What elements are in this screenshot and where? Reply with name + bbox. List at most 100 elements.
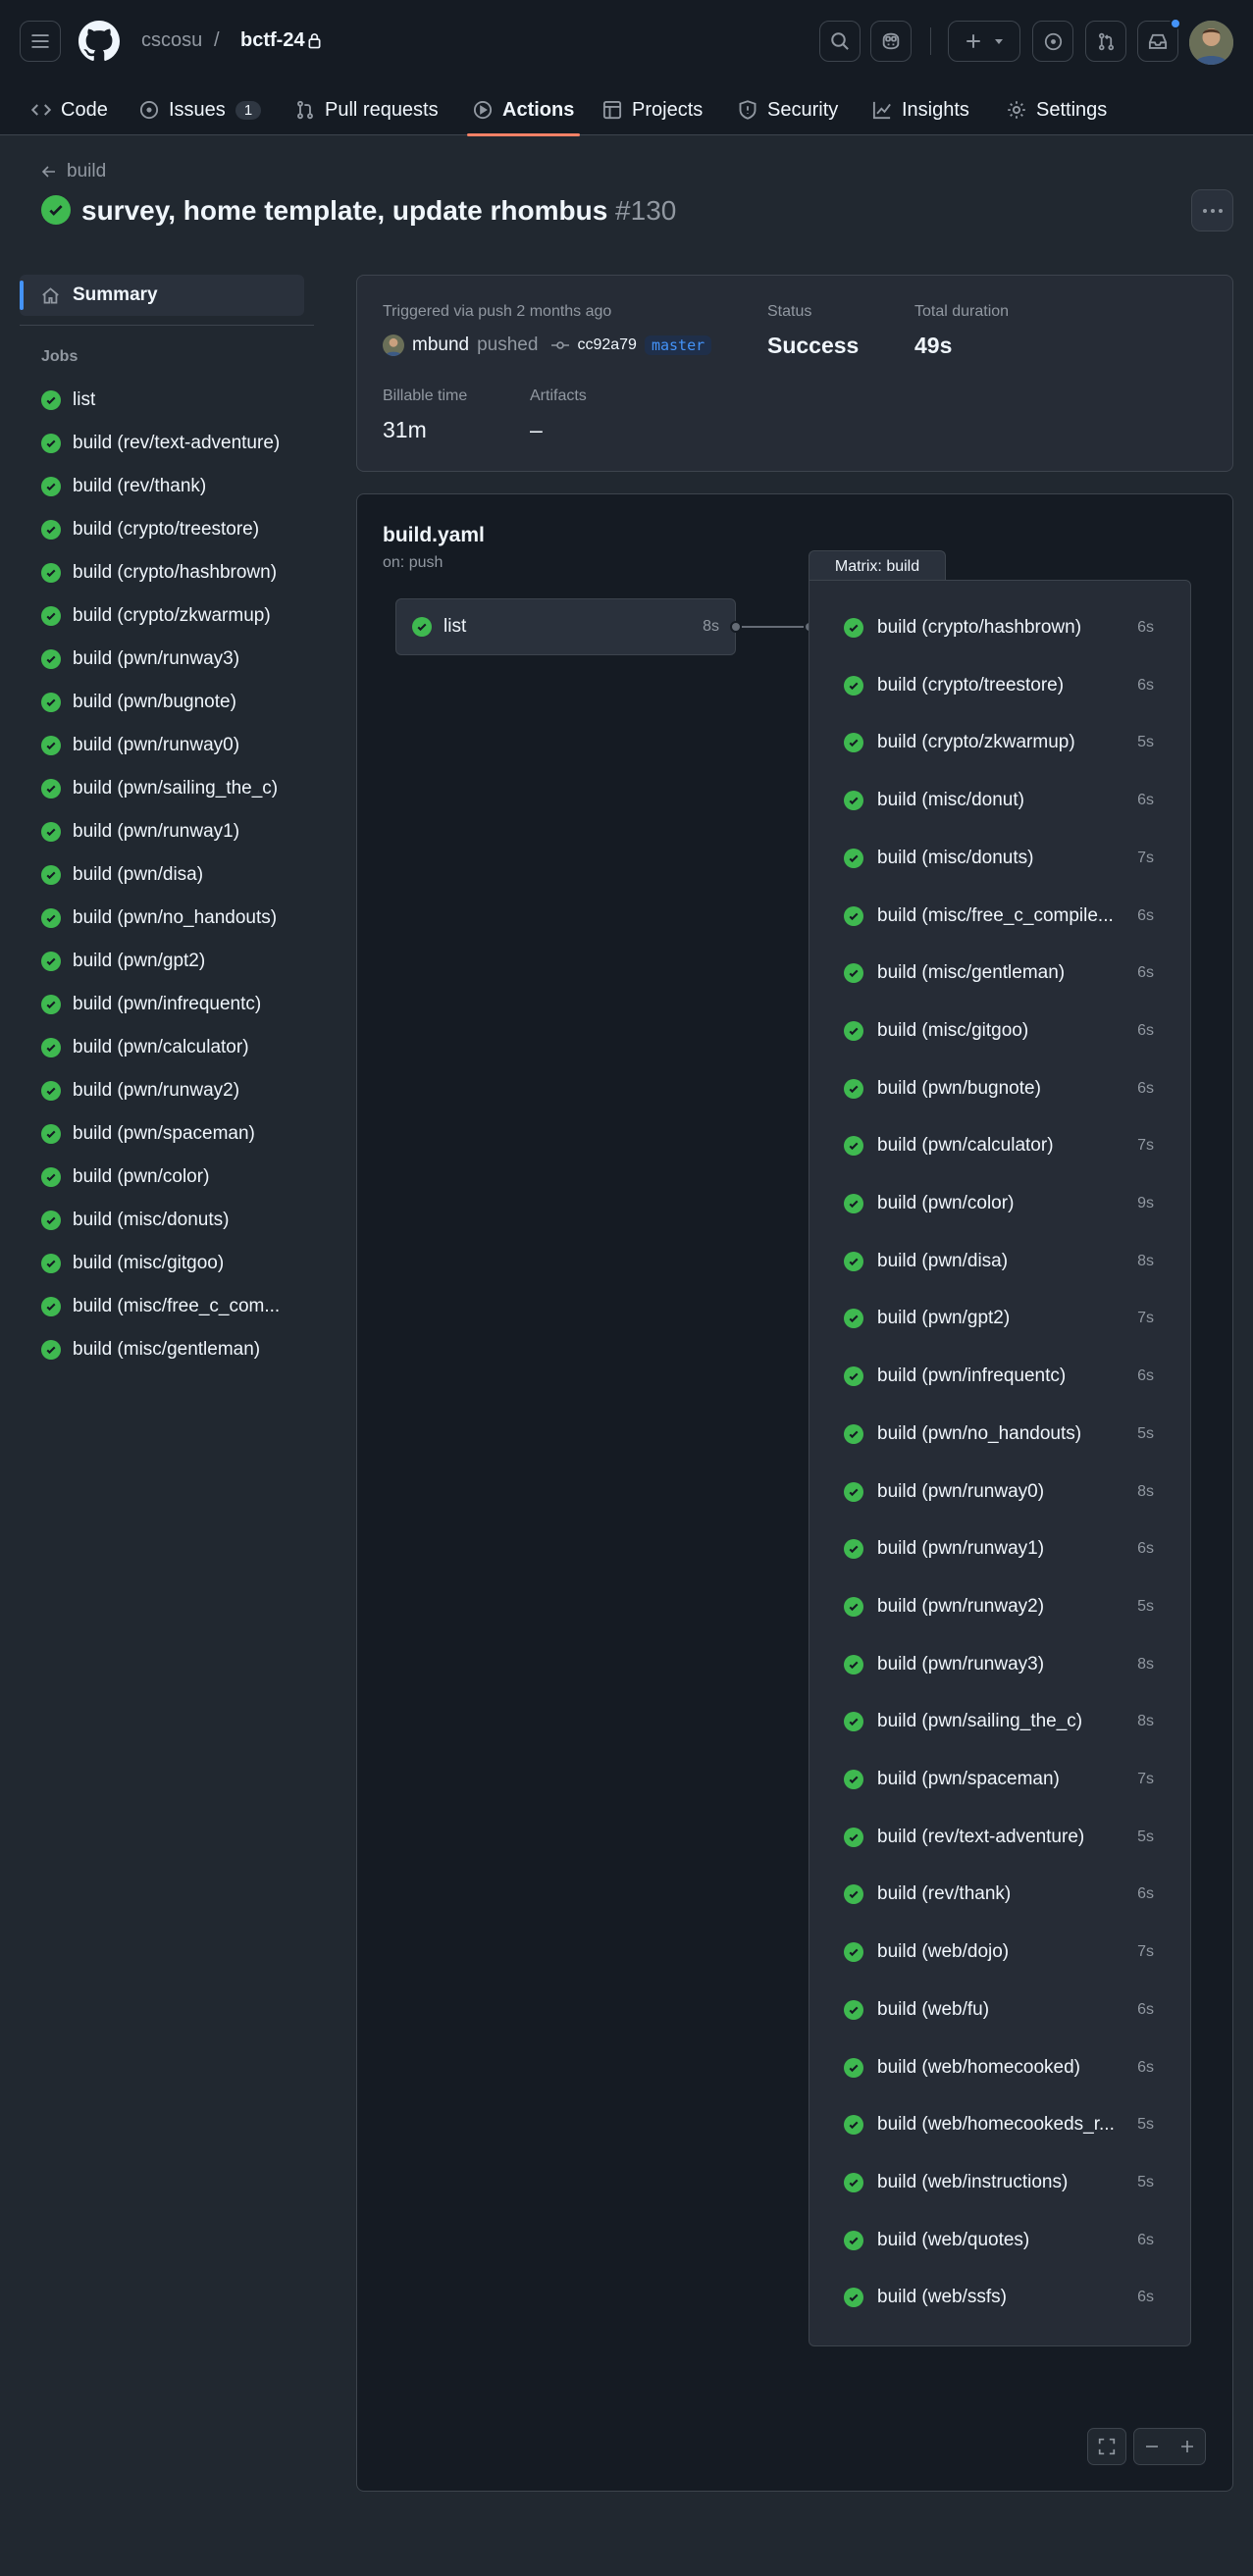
sidebar-job-label: build (crypto/hashbrown) (73, 562, 278, 583)
matrix-job-item[interactable]: build (rev/thank) 6s (844, 1866, 1158, 1923)
tab-actions[interactable]: Actions (466, 84, 581, 136)
matrix-job-item[interactable]: build (pwn/runway0) 8s (844, 1464, 1158, 1520)
repo-link[interactable]: bctf-24 (240, 29, 305, 52)
matrix-job-item[interactable]: build (misc/gentleman) 6s (844, 945, 1158, 1002)
tab-projects[interactable]: Projects (602, 84, 703, 135)
sidebar-job-item[interactable]: build (misc/gitgoo) (41, 1253, 224, 1274)
branch-badge[interactable]: master (644, 335, 712, 355)
matrix-job-item[interactable]: build (web/fu) 6s (844, 1982, 1158, 2038)
check-circle-icon (41, 736, 61, 755)
check-circle-icon (844, 1078, 863, 1099)
tab-settings[interactable]: Settings (1007, 84, 1107, 135)
git-commit-icon (551, 341, 570, 349)
matrix-job-item[interactable]: build (crypto/zkwarmup) 5s (844, 714, 1158, 771)
workflow-trigger: on: push (383, 554, 444, 571)
inbox-icon (1148, 33, 1168, 49)
matrix-job-item[interactable]: build (crypto/treestore) 6s (844, 657, 1158, 714)
tab-insights[interactable]: Insights (872, 84, 969, 135)
matrix-job-item[interactable]: build (pwn/calculator) 7s (844, 1117, 1158, 1174)
sidebar-job-item[interactable]: build (pwn/runway2) (41, 1080, 239, 1102)
matrix-job-item[interactable]: build (web/ssfs) 6s (844, 2269, 1158, 2326)
sidebar-job-item[interactable]: build (crypto/zkwarmup) (41, 605, 271, 627)
sidebar-job-item[interactable]: build (crypto/hashbrown) (41, 562, 277, 584)
zoom-controls (1133, 2428, 1206, 2465)
matrix-job-item[interactable]: build (misc/free_c_compile... 6s (844, 888, 1158, 945)
create-new-button[interactable] (948, 21, 1020, 62)
matrix-job-item[interactable]: build (misc/donuts) 7s (844, 830, 1158, 887)
matrix-job-item[interactable]: build (pwn/infrequentc) 6s (844, 1348, 1158, 1405)
git-pull-request-icon (297, 100, 313, 120)
matrix-job-item[interactable]: build (web/quotes) 6s (844, 2212, 1158, 2269)
run-more-options-button[interactable] (1191, 189, 1233, 232)
zoom-out-button[interactable] (1134, 2429, 1170, 2464)
matrix-job-item[interactable]: build (pwn/bugnote) 6s (844, 1060, 1158, 1117)
matrix-job-item[interactable]: build (pwn/color) 9s (844, 1175, 1158, 1232)
matrix-job-name: build (pwn/runway3) (877, 1653, 1045, 1674)
matrix-job-item[interactable]: build (pwn/no_handouts) 5s (844, 1406, 1158, 1463)
sidebar-job-label: build (pwn/infrequentc) (73, 994, 262, 1014)
issues-button[interactable] (1032, 21, 1073, 62)
actor-name[interactable]: mbund (412, 335, 469, 356)
matrix-job-item[interactable]: build (misc/donut) 6s (844, 772, 1158, 829)
sidebar-job-item[interactable]: build (pwn/disa) (41, 864, 203, 886)
tab-security[interactable]: Security (738, 84, 838, 135)
sidebar-job-item[interactable]: build (pwn/no_handouts) (41, 907, 277, 929)
matrix-job-item[interactable]: build (web/instructions) 5s (844, 2154, 1158, 2211)
matrix-job-item[interactable]: build (web/homecooked) 6s (844, 2039, 1158, 2096)
user-avatar[interactable] (1189, 21, 1233, 65)
matrix-job-item[interactable]: build (misc/gitgoo) 6s (844, 1003, 1158, 1059)
sidebar-item-summary[interactable]: Summary (20, 275, 304, 316)
list-job-node[interactable]: list 8s (395, 598, 736, 655)
sidebar-job-item[interactable]: build (misc/free_c_com... (41, 1296, 280, 1317)
tab-code[interactable]: Code (31, 84, 108, 135)
sidebar-job-item[interactable]: build (pwn/runway1) (41, 821, 239, 843)
sidebar-job-item[interactable]: list (41, 389, 95, 411)
tab-pull-requests-label: Pull requests (325, 98, 439, 121)
tab-issues[interactable]: Issues 1 (139, 84, 262, 135)
sidebar-job-item[interactable]: build (pwn/gpt2) (41, 951, 205, 972)
sidebar-job-item[interactable]: build (crypto/treestore) (41, 519, 259, 541)
sidebar-job-item[interactable]: build (pwn/bugnote) (41, 692, 236, 713)
sidebar-job-item[interactable]: build (pwn/color) (41, 1166, 209, 1188)
sidebar-job-item[interactable]: build (misc/donuts) (41, 1210, 229, 1231)
sidebar-job-item[interactable]: build (rev/thank) (41, 476, 206, 497)
duration-value[interactable]: 49s (914, 333, 952, 359)
sidebar-job-item[interactable]: build (misc/gentleman) (41, 1339, 260, 1361)
matrix-job-item[interactable]: build (rev/text-adventure) 5s (844, 1809, 1158, 1866)
back-to-workflow-link[interactable]: build (41, 161, 106, 182)
sidebar-job-item[interactable]: build (pwn/sailing_the_c) (41, 778, 278, 799)
matrix-job-item[interactable]: build (web/homecookeds_r... 5s (844, 2096, 1158, 2153)
sidebar-job-item[interactable]: build (pwn/spaceman) (41, 1123, 255, 1145)
matrix-job-item[interactable]: build (web/dojo) 7s (844, 1924, 1158, 1981)
matrix-job-item[interactable]: build (pwn/spaceman) 7s (844, 1751, 1158, 1808)
matrix-job-item[interactable]: build (pwn/disa) 8s (844, 1233, 1158, 1290)
check-circle-icon (41, 952, 61, 971)
matrix-job-item[interactable]: build (pwn/runway2) 5s (844, 1578, 1158, 1635)
sidebar-job-item[interactable]: build (pwn/runway3) (41, 648, 239, 670)
matrix-job-item[interactable]: build (crypto/hashbrown) 6s (844, 599, 1158, 656)
owner-link[interactable]: cscosu (141, 29, 202, 52)
sidebar-job-item[interactable]: build (pwn/calculator) (41, 1037, 249, 1058)
sidebar-job-item[interactable]: build (rev/text-adventure) (41, 433, 280, 454)
github-logo-icon[interactable] (78, 21, 120, 62)
sidebar-job-item[interactable]: build (pwn/infrequentc) (41, 994, 261, 1015)
run-title-text: survey, home template, update rhombus (81, 195, 608, 226)
workflow-file-name[interactable]: build.yaml (383, 524, 485, 547)
fullscreen-button[interactable] (1087, 2428, 1126, 2465)
check-circle-icon (844, 1366, 863, 1387)
copilot-button[interactable] (870, 21, 912, 62)
matrix-job-item[interactable]: build (pwn/runway3) 8s (844, 1636, 1158, 1693)
table-icon (602, 100, 622, 120)
pull-requests-button[interactable] (1085, 21, 1126, 62)
sidebar-job-item[interactable]: build (pwn/runway0) (41, 735, 239, 756)
matrix-job-item[interactable]: build (pwn/runway1) 6s (844, 1520, 1158, 1577)
hamburger-menu-button[interactable] (20, 21, 61, 62)
check-circle-icon (844, 2288, 863, 2308)
commit-sha[interactable]: cc92a79 (577, 336, 637, 354)
actor-avatar[interactable] (383, 335, 404, 356)
zoom-in-button[interactable] (1170, 2429, 1205, 2464)
tab-pull-requests[interactable]: Pull requests (295, 84, 439, 135)
matrix-job-item[interactable]: build (pwn/gpt2) 7s (844, 1290, 1158, 1347)
matrix-job-item[interactable]: build (pwn/sailing_the_c) 8s (844, 1693, 1158, 1750)
search-button[interactable] (819, 21, 861, 62)
